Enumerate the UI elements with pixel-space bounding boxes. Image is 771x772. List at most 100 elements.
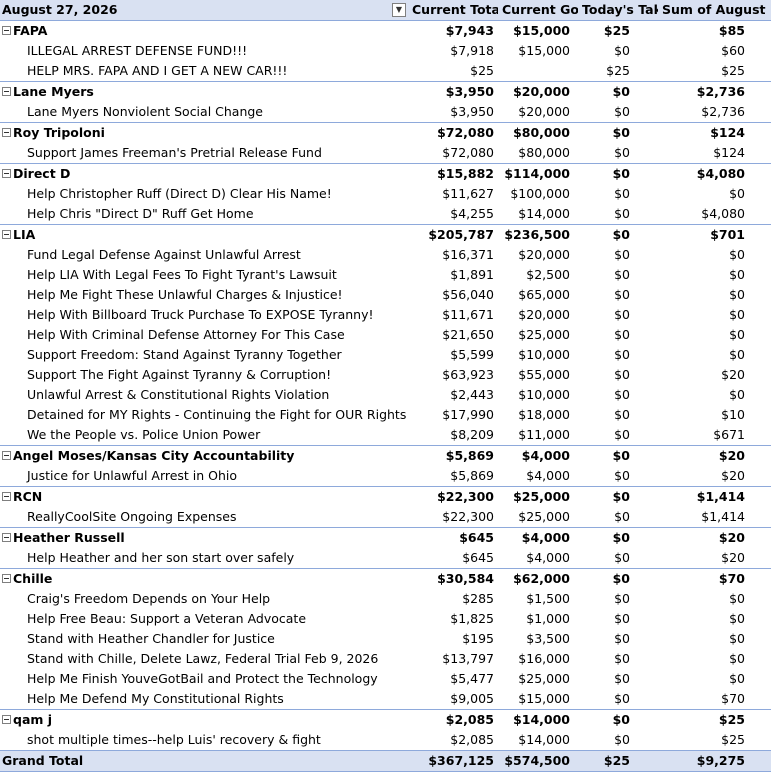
group-sum-of-august-cell[interactable]: $20 (658, 445, 771, 466)
item-current-total-cell[interactable]: $5,599 (408, 345, 498, 365)
group-current-total-cell[interactable]: $72,080 (408, 122, 498, 143)
item-current-goal-cell[interactable]: $16,000 (498, 649, 578, 669)
item-todays-take-cell[interactable]: $0 (578, 425, 658, 446)
item-current-goal-cell[interactable]: $1,500 (498, 589, 578, 609)
item-todays-take-cell[interactable]: $0 (578, 385, 658, 405)
group-current-goal-cell[interactable]: $236,500 (498, 224, 578, 245)
item-current-goal-cell[interactable]: $10,000 (498, 345, 578, 365)
item-todays-take-cell[interactable]: $0 (578, 689, 658, 710)
item-current-total-cell[interactable]: $285 (408, 589, 498, 609)
item-sum-of-august-cell[interactable]: $0 (658, 245, 771, 265)
item-todays-take-cell[interactable]: $25 (578, 61, 658, 82)
item-sum-of-august-cell[interactable]: $0 (658, 649, 771, 669)
item-todays-take-cell[interactable]: $0 (578, 629, 658, 649)
todays-take-header[interactable]: Today's Take (578, 0, 658, 21)
group-label-cell[interactable]: FAPA (0, 20, 408, 41)
item-current-total-cell[interactable]: $195 (408, 629, 498, 649)
item-sum-of-august-cell[interactable]: $10 (658, 405, 771, 425)
item-label-cell[interactable]: Craig's Freedom Depends on Your Help (0, 589, 408, 609)
item-label-cell[interactable]: HELP MRS. FAPA AND I GET A NEW CAR!!! (0, 61, 408, 82)
item-current-total-cell[interactable]: $4,255 (408, 204, 498, 225)
current-total-header[interactable]: Current Total (408, 0, 498, 21)
item-todays-take-cell[interactable]: $0 (578, 466, 658, 487)
item-current-goal-cell[interactable]: $20,000 (498, 245, 578, 265)
collapse-minus-icon[interactable] (2, 492, 11, 501)
group-current-total-cell[interactable]: $2,085 (408, 709, 498, 730)
item-current-total-cell[interactable]: $72,080 (408, 143, 498, 164)
group-current-total-cell[interactable]: $3,950 (408, 81, 498, 102)
group-current-total-cell[interactable]: $30,584 (408, 568, 498, 589)
item-sum-of-august-cell[interactable]: $25 (658, 730, 771, 751)
item-todays-take-cell[interactable]: $0 (578, 305, 658, 325)
group-current-goal-cell[interactable]: $15,000 (498, 20, 578, 41)
group-current-total-cell[interactable]: $15,882 (408, 163, 498, 184)
item-current-goal-cell[interactable]: $18,000 (498, 405, 578, 425)
item-label-cell[interactable]: Help LIA With Legal Fees To Fight Tyrant… (0, 265, 408, 285)
group-sum-of-august-cell[interactable]: $70 (658, 568, 771, 589)
collapse-minus-icon[interactable] (2, 533, 11, 542)
item-label-cell[interactable]: shot multiple times--help Luis' recovery… (0, 730, 408, 751)
item-label-cell[interactable]: Help Me Defend My Constitutional Rights (0, 689, 408, 710)
group-current-total-cell[interactable]: $645 (408, 527, 498, 548)
item-todays-take-cell[interactable]: $0 (578, 405, 658, 425)
item-label-cell[interactable]: Justice for Unlawful Arrest in Ohio (0, 466, 408, 487)
item-current-total-cell[interactable]: $3,950 (408, 102, 498, 123)
item-current-goal-cell[interactable]: $14,000 (498, 730, 578, 751)
item-todays-take-cell[interactable]: $0 (578, 669, 658, 689)
item-todays-take-cell[interactable]: $0 (578, 365, 658, 385)
item-label-cell[interactable]: Lane Myers Nonviolent Social Change (0, 102, 408, 123)
group-todays-take-cell[interactable]: $25 (578, 20, 658, 41)
item-todays-take-cell[interactable]: $0 (578, 325, 658, 345)
collapse-minus-icon[interactable] (2, 230, 11, 239)
item-label-cell[interactable]: Stand with Chille, Delete Lawz, Federal … (0, 649, 408, 669)
item-current-total-cell[interactable]: $645 (408, 548, 498, 569)
item-current-goal-cell[interactable]: $25,000 (498, 325, 578, 345)
group-todays-take-cell[interactable]: $0 (578, 527, 658, 548)
item-sum-of-august-cell[interactable]: $0 (658, 669, 771, 689)
item-current-total-cell[interactable]: $21,650 (408, 325, 498, 345)
item-label-cell[interactable]: We the People vs. Police Union Power (0, 425, 408, 446)
item-todays-take-cell[interactable]: $0 (578, 345, 658, 365)
filter-sort-icon[interactable]: ▼ (392, 3, 406, 17)
item-current-goal-cell[interactable]: $25,000 (498, 507, 578, 528)
item-current-goal-cell[interactable]: $100,000 (498, 184, 578, 204)
item-current-total-cell[interactable]: $17,990 (408, 405, 498, 425)
item-todays-take-cell[interactable]: $0 (578, 730, 658, 751)
item-current-goal-cell[interactable]: $20,000 (498, 102, 578, 123)
row-labels-header[interactable]: August 27, 2026 ▼ (0, 0, 408, 21)
item-label-cell[interactable]: Help Me Fight These Unlawful Charges & I… (0, 285, 408, 305)
item-label-cell[interactable]: Support The Fight Against Tyranny & Corr… (0, 365, 408, 385)
item-todays-take-cell[interactable]: $0 (578, 649, 658, 669)
group-current-total-cell[interactable]: $22,300 (408, 486, 498, 507)
item-current-goal-cell[interactable]: $15,000 (498, 41, 578, 61)
item-todays-take-cell[interactable]: $0 (578, 143, 658, 164)
item-current-total-cell[interactable]: $11,671 (408, 305, 498, 325)
item-sum-of-august-cell[interactable]: $0 (658, 609, 771, 629)
item-current-total-cell[interactable]: $16,371 (408, 245, 498, 265)
item-current-total-cell[interactable]: $2,443 (408, 385, 498, 405)
group-label-cell[interactable]: RCN (0, 486, 408, 507)
item-sum-of-august-cell[interactable]: $25 (658, 61, 771, 82)
collapse-minus-icon[interactable] (2, 574, 11, 583)
item-sum-of-august-cell[interactable]: $0 (658, 265, 771, 285)
item-sum-of-august-cell[interactable]: $4,080 (658, 204, 771, 225)
item-current-total-cell[interactable]: $13,797 (408, 649, 498, 669)
group-todays-take-cell[interactable]: $0 (578, 224, 658, 245)
item-label-cell[interactable]: Help Christopher Ruff (Direct D) Clear H… (0, 184, 408, 204)
item-current-goal-cell[interactable]: $1,000 (498, 609, 578, 629)
group-current-goal-cell[interactable]: $25,000 (498, 486, 578, 507)
item-current-goal-cell[interactable]: $15,000 (498, 689, 578, 710)
item-label-cell[interactable]: Stand with Heather Chandler for Justice (0, 629, 408, 649)
item-current-total-cell[interactable]: $7,918 (408, 41, 498, 61)
item-sum-of-august-cell[interactable]: $70 (658, 689, 771, 710)
item-sum-of-august-cell[interactable]: $20 (658, 466, 771, 487)
group-current-goal-cell[interactable]: $114,000 (498, 163, 578, 184)
item-current-goal-cell[interactable]: $4,000 (498, 466, 578, 487)
group-current-total-cell[interactable]: $7,943 (408, 20, 498, 41)
grand-total-current-total-cell[interactable]: $367,125 (408, 750, 498, 772)
group-todays-take-cell[interactable]: $0 (578, 445, 658, 466)
item-current-total-cell[interactable]: $56,040 (408, 285, 498, 305)
grand-total-sum-of-august-cell[interactable]: $9,275 (658, 750, 771, 772)
item-label-cell[interactable]: Help Me Finish YouveGotBail and Protect … (0, 669, 408, 689)
item-label-cell[interactable]: Unlawful Arrest & Constitutional Rights … (0, 385, 408, 405)
